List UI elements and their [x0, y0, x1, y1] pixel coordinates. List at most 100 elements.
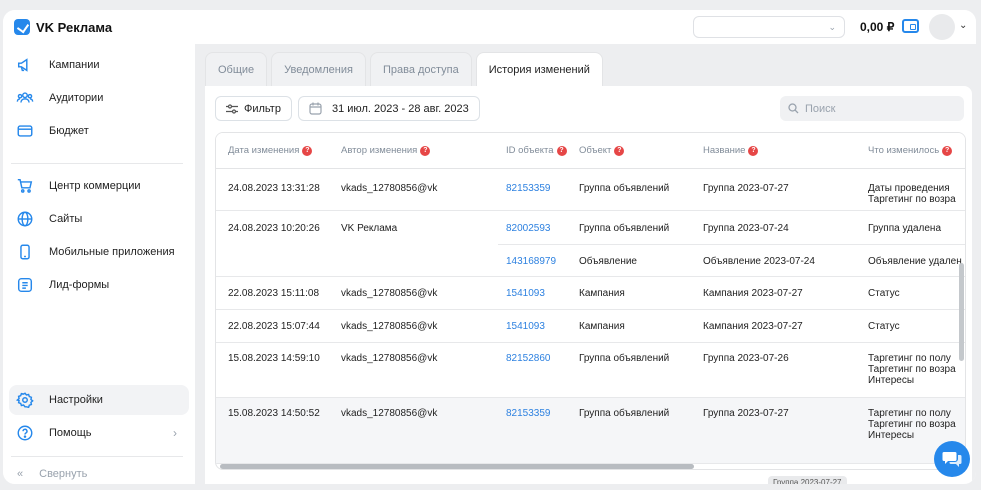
account-select[interactable]: ⌄ — [693, 16, 845, 38]
table-row[interactable]: 15.08.2023 14:50:52 vkads_12780856@vk 82… — [216, 398, 965, 464]
chevron-down-icon: ⌄ — [828, 22, 836, 32]
chevron-right-icon: › — [173, 426, 177, 440]
filter-label: Фильтр — [244, 102, 281, 115]
search-input[interactable] — [805, 102, 955, 115]
wallet-icon[interactable] — [902, 19, 919, 33]
sidebar: Кампании Аудитории Бюджет Центр коммерци… — [3, 44, 193, 484]
search-box[interactable] — [780, 96, 964, 121]
cell-name: Кампания 2023-07-27 — [703, 288, 803, 299]
cell-object: Группа объявлений — [579, 408, 670, 419]
globe-icon — [15, 209, 35, 229]
tab-general[interactable]: Общие — [205, 52, 268, 86]
table-row[interactable]: 22.08.2023 15:07:44 vkads_12780856@vk 15… — [216, 310, 965, 343]
object-id-link[interactable]: 82152860 — [506, 353, 551, 364]
col-header-date[interactable]: Дата изменения? — [228, 145, 313, 156]
table-row[interactable]: 24.08.2023 13:31:28 vkads_12780856@vk 82… — [216, 169, 965, 211]
horizontal-scrollbar[interactable] — [220, 464, 694, 469]
cell-object: Группа объявлений — [579, 353, 670, 364]
col-header-name[interactable]: Название? — [703, 145, 759, 156]
app-window: VK Реклама ⌄ 0,00 ₽ ⌄ Кампании Аудитории — [3, 10, 976, 484]
sidebar-item-label: Помощь — [49, 427, 92, 439]
sidebar-item-help[interactable]: Помощь › — [9, 418, 189, 448]
table-row[interactable]: 24.08.2023 10:20:26 VK Реклама 82002593 … — [216, 211, 965, 277]
help-badge-icon[interactable]: ? — [748, 145, 759, 156]
col-header-author[interactable]: Автор изменения? — [341, 145, 431, 156]
cell-change: Интересы — [868, 375, 915, 386]
sidebar-item-label: Кампании — [49, 59, 100, 71]
sidebar-item-label: Аудитории — [49, 92, 104, 104]
object-id-link[interactable]: 1541093 — [506, 321, 545, 332]
support-chat-button[interactable] — [934, 441, 970, 477]
cell-author: VK Реклама — [341, 223, 398, 234]
cell-object: Группа объявлений — [579, 223, 670, 234]
collapse-sidebar-button[interactable]: « Свернуть — [17, 468, 87, 480]
sidebar-item-budget[interactable]: Бюджет — [9, 116, 189, 146]
cell-change: Таргетинг по возра — [868, 419, 956, 430]
sidebar-item-commerce[interactable]: Центр коммерции — [9, 171, 189, 201]
col-header-object-id[interactable]: ID объекта? — [506, 145, 567, 156]
settings-tabs: Общие Уведомления Права доступа История … — [205, 52, 603, 86]
cell-date: 24.08.2023 13:31:28 — [228, 183, 320, 194]
app-logo[interactable]: VK Реклама — [14, 19, 112, 35]
object-id-link[interactable]: 82153359 — [506, 408, 551, 419]
object-id-link[interactable]: 143168979 — [506, 256, 556, 267]
filter-icon — [226, 103, 238, 114]
date-range-picker[interactable]: 31 июл. 2023 - 28 авг. 2023 — [298, 96, 480, 121]
object-id-link[interactable]: 82153359 — [506, 183, 551, 194]
list-icon — [15, 275, 35, 295]
table-header: Дата изменения? Автор изменения? ID объе… — [216, 133, 965, 169]
sidebar-divider — [11, 456, 183, 457]
cell-change: Статус — [868, 288, 900, 299]
app-title: VK Реклама — [36, 19, 113, 35]
table-row[interactable]: 22.08.2023 15:11:08 vkads_12780856@vk 15… — [216, 277, 965, 310]
sidebar-item-settings[interactable]: Настройки — [9, 385, 189, 415]
help-badge-icon[interactable]: ? — [942, 145, 953, 156]
calendar-icon — [309, 102, 322, 115]
sidebar-item-label: Мобильные приложения — [49, 246, 175, 258]
chevron-down-icon[interactable]: ⌄ — [959, 20, 967, 31]
cell-object: Кампания — [579, 321, 625, 332]
avatar[interactable] — [929, 14, 955, 40]
sidebar-item-sites[interactable]: Сайты — [9, 204, 189, 234]
sidebar-item-mobile-apps[interactable]: Мобильные приложения — [9, 237, 189, 267]
cell-change: Группа удалена — [868, 223, 942, 234]
tab-access-rights[interactable]: Права доступа — [369, 52, 472, 86]
filter-button[interactable]: Фильтр — [215, 96, 292, 121]
cell-change: Таргетинг по возра — [868, 194, 956, 205]
double-chevron-left-icon: « — [17, 468, 24, 480]
col-header-object[interactable]: Объект? — [579, 145, 625, 156]
history-panel: Фильтр 31 июл. 2023 - 28 авг. 2023 Дата … — [205, 86, 972, 484]
object-id-link[interactable]: 1541093 — [506, 288, 545, 299]
help-icon — [15, 423, 35, 443]
wallet-icon — [15, 121, 35, 141]
history-table: Дата изменения? Автор изменения? ID объе… — [215, 132, 966, 470]
cell-change: Интересы — [868, 430, 915, 441]
sidebar-item-lead-forms[interactable]: Лид-формы — [9, 270, 189, 300]
help-badge-icon[interactable]: ? — [420, 145, 431, 156]
sidebar-item-audiences[interactable]: Аудитории — [9, 83, 189, 113]
tab-change-history[interactable]: История изменений — [475, 52, 603, 86]
cell-author: vkads_12780856@vk — [341, 408, 438, 419]
object-id-link[interactable]: 82002593 — [506, 223, 551, 234]
cell-name: Объявление 2023-07-24 — [703, 256, 815, 267]
tab-notifications[interactable]: Уведомления — [271, 52, 366, 86]
sidebar-divider — [11, 163, 183, 164]
cell-change: Таргетинг по полу — [868, 408, 951, 419]
main-content: Общие Уведомления Права доступа История … — [195, 44, 976, 484]
cell-author: vkads_12780856@vk — [341, 321, 438, 332]
cell-object: Группа объявлений — [579, 183, 670, 194]
sidebar-item-label: Настройки — [49, 394, 103, 406]
table-row[interactable]: 15.08.2023 14:59:10 vkads_12780856@vk 82… — [216, 343, 965, 398]
col-header-changes[interactable]: Что изменилось? — [868, 145, 953, 156]
sidebar-item-label: Бюджет — [49, 125, 89, 137]
users-icon — [15, 88, 35, 108]
help-badge-icon[interactable]: ? — [614, 145, 625, 156]
cell-date: 15.08.2023 14:50:52 — [228, 408, 320, 419]
sidebar-item-campaigns[interactable]: Кампании — [9, 50, 189, 80]
help-badge-icon[interactable]: ? — [556, 145, 567, 156]
vertical-scrollbar[interactable] — [959, 263, 964, 361]
cell-name: Группа 2023-07-26 — [703, 353, 789, 364]
name-tooltip: Группа 2023-07-27 — [768, 476, 847, 484]
megaphone-icon — [15, 55, 35, 75]
help-badge-icon[interactable]: ? — [302, 145, 313, 156]
